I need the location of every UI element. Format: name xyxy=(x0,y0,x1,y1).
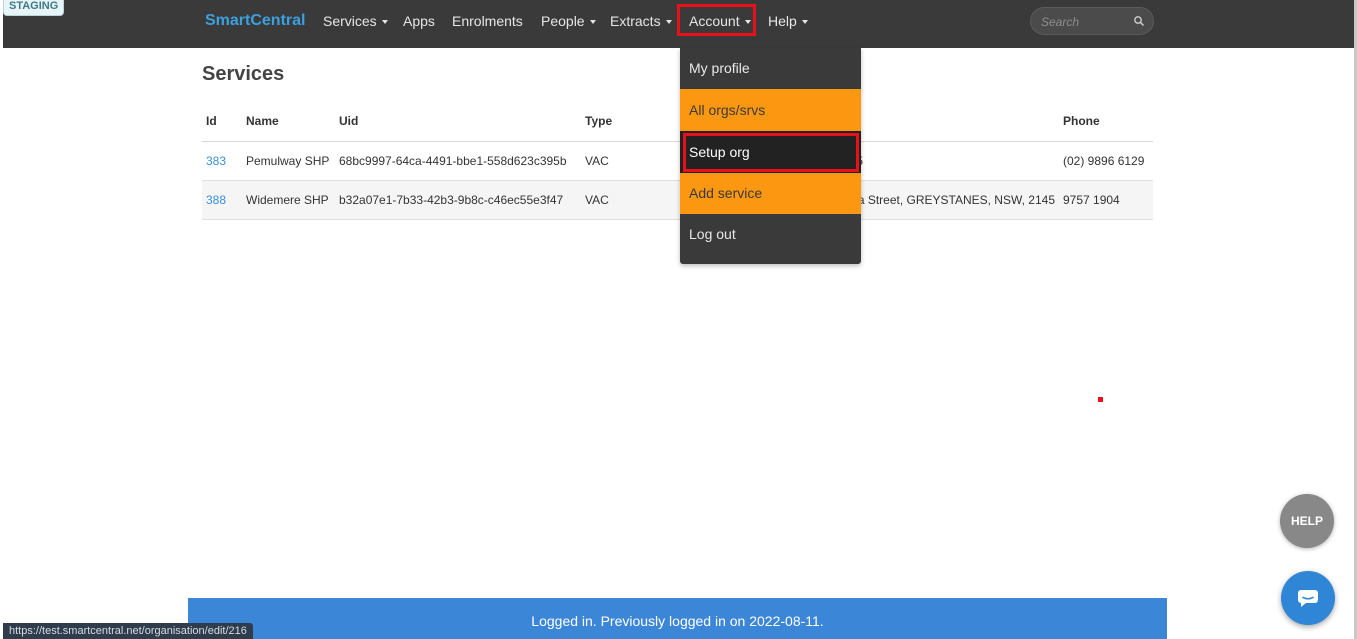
caret-down-icon xyxy=(801,20,808,24)
page-title: Services xyxy=(202,63,285,85)
account-dropdown-menu: My profile All orgs/srvs Setup org Add s… xyxy=(680,48,861,264)
menu-item-my-profile[interactable]: My profile xyxy=(680,48,861,89)
col-uid-header[interactable]: Uid xyxy=(335,102,581,142)
cell-uid: 68bc9997-64ca-4491-bbe1-558d623c395b xyxy=(335,141,581,181)
col-id-header[interactable]: Id xyxy=(202,102,242,142)
menu-item-setup-org[interactable]: Setup org xyxy=(680,131,861,173)
nav-extracts[interactable]: Extracts xyxy=(610,13,672,29)
account-highlight-box xyxy=(677,4,756,36)
nav-services[interactable]: Services xyxy=(323,13,388,29)
caret-down-icon xyxy=(381,20,388,24)
cell-type: VAC xyxy=(581,141,676,181)
nav-help-label: Help xyxy=(768,13,797,29)
cell-id: 388 xyxy=(202,180,242,220)
nav-people-label: People xyxy=(541,13,585,29)
cell-type: VAC xyxy=(581,180,676,220)
chat-icon xyxy=(1298,590,1318,607)
cell-uid: b32a07e1-7b33-42b3-9b8c-c46ec55e3f47 xyxy=(335,180,581,220)
col-name-header[interactable]: Name xyxy=(242,102,335,142)
footer-bar: Logged in. Previously logged in on 2022-… xyxy=(188,598,1167,639)
caret-down-icon xyxy=(589,20,596,24)
search-input[interactable] xyxy=(1041,14,1131,30)
services-table: Id Name Uid Type Phone 383 Pemulway SHP … xyxy=(202,102,1153,220)
cell-phone: (02) 9896 6129 xyxy=(1059,141,1153,181)
search-box xyxy=(1030,7,1154,35)
nav-people[interactable]: People xyxy=(541,13,596,29)
cell-name: Widemere SHP xyxy=(242,180,335,220)
menu-item-all-orgs[interactable]: All orgs/srvs xyxy=(680,89,861,131)
service-id-link[interactable]: 383 xyxy=(206,154,226,168)
cell-id: 383 xyxy=(202,141,242,181)
status-bar-url: https://test.smartcentral.net/organisati… xyxy=(3,623,253,639)
col-type-header[interactable]: Type xyxy=(581,102,676,142)
help-button[interactable]: HELP xyxy=(1280,494,1334,548)
chat-button[interactable] xyxy=(1281,571,1335,625)
table-row[interactable]: 383 Pemulway SHP 68bc9997-64ca-4491-bbe1… xyxy=(202,141,1153,181)
brand-logo-link[interactable]: SmartCentral xyxy=(205,12,305,30)
staging-badge: STAGING xyxy=(3,0,65,16)
menu-item-add-service[interactable]: Add service xyxy=(680,173,861,214)
menu-item-log-out[interactable]: Log out xyxy=(680,214,861,254)
table-header-row: Id Name Uid Type Phone xyxy=(202,102,1153,142)
nav-services-label: Services xyxy=(323,13,377,29)
cell-phone: 9757 1904 xyxy=(1059,180,1153,220)
nav-help[interactable]: Help xyxy=(768,13,808,29)
nav-apps[interactable]: Apps xyxy=(403,13,435,29)
red-marker xyxy=(1098,397,1103,402)
table-row[interactable]: 388 Widemere SHP b32a07e1-7b33-42b3-9b8c… xyxy=(202,180,1153,220)
nav-extracts-label: Extracts xyxy=(610,13,661,29)
col-phone-header[interactable]: Phone xyxy=(1059,102,1153,142)
cell-name: Pemulway SHP xyxy=(242,141,335,181)
nav-enrolments[interactable]: Enrolments xyxy=(452,13,523,29)
service-id-link[interactable]: 388 xyxy=(206,193,226,207)
search-icon[interactable] xyxy=(1133,15,1145,27)
caret-down-icon xyxy=(665,20,672,24)
